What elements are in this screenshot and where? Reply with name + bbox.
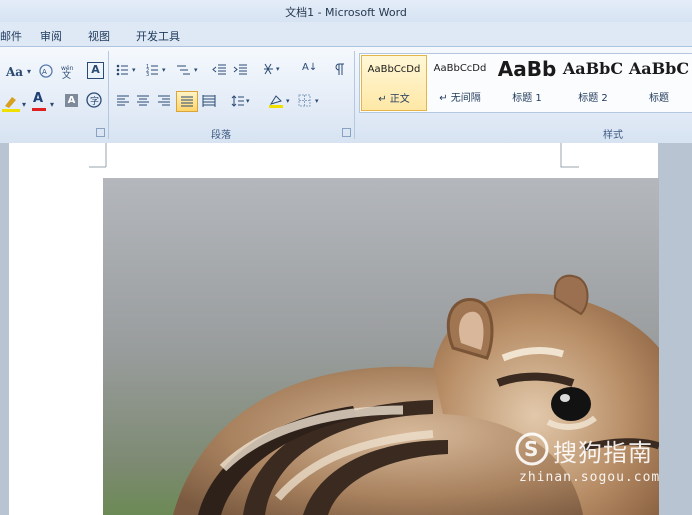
svg-text:S: S bbox=[524, 437, 538, 461]
ribbon-tabs: 邮件 审阅 视图 开发工具 bbox=[0, 22, 692, 46]
phonetic-guide-icon[interactable]: wén 文 bbox=[60, 63, 78, 82]
highlight-icon[interactable] bbox=[2, 94, 20, 115]
clear-formatting-icon[interactable]: A bbox=[38, 63, 54, 82]
style-sample: AaBbCcDd bbox=[433, 63, 487, 74]
ribbon: Aa ▾ A wén 文 A ▾ A ▾ A 字 ▾ 1 2 3 ▾ ▾ ▾ A… bbox=[0, 46, 692, 144]
svg-text:3: 3 bbox=[146, 72, 149, 77]
style-sample: AaBbCcDd bbox=[367, 64, 421, 75]
svg-text:▾: ▾ bbox=[246, 97, 250, 105]
group-separator bbox=[108, 51, 109, 139]
svg-text:▾: ▾ bbox=[315, 97, 319, 105]
svg-text:▾: ▾ bbox=[286, 97, 290, 105]
style-sample: AaBbC bbox=[562, 59, 624, 78]
style-heading-2[interactable]: AaBbC 标题 2 bbox=[561, 55, 625, 109]
show-formatting-marks-icon[interactable] bbox=[334, 62, 346, 79]
numbering-icon[interactable]: 1 2 3 ▾ bbox=[146, 63, 172, 80]
svg-text:字: 字 bbox=[90, 95, 99, 107]
sogou-logo-icon: S bbox=[515, 432, 549, 466]
borders-icon[interactable]: ▾ bbox=[298, 94, 324, 111]
font-color-button[interactable]: A bbox=[33, 92, 43, 106]
svg-text:▾: ▾ bbox=[162, 66, 166, 74]
font-color-bar bbox=[32, 108, 46, 111]
style-name: ↵ 正文 bbox=[378, 94, 410, 105]
justify-button[interactable] bbox=[176, 91, 198, 112]
change-case-dropdown-icon[interactable]: ▾ bbox=[27, 65, 31, 79]
style-sample: AaBb bbox=[497, 57, 557, 81]
tab-developer[interactable]: 开发工具 bbox=[136, 28, 180, 44]
margin-mark-right bbox=[560, 143, 579, 168]
enclose-characters-icon[interactable]: 字 bbox=[85, 91, 103, 112]
style-normal[interactable]: AaBbCcDd ↵ 正文 bbox=[361, 55, 427, 111]
styles-gallery: AaBbCcDd ↵ 正文 AaBbCcDd ↵ 无间隔 AaBb 标题 1 A… bbox=[359, 53, 692, 113]
tab-view[interactable]: 视图 bbox=[88, 28, 110, 44]
distributed-icon[interactable] bbox=[202, 95, 216, 110]
watermark-brand: 搜狗指南 bbox=[553, 439, 653, 467]
paragraph-group-label: 段落 bbox=[211, 130, 231, 141]
style-name: 标题 2 bbox=[578, 93, 608, 104]
align-center-icon[interactable] bbox=[136, 95, 150, 110]
margin-mark-left bbox=[89, 143, 107, 168]
bullets-icon[interactable]: ▾ bbox=[116, 63, 142, 80]
decrease-indent-icon[interactable] bbox=[212, 63, 226, 80]
sogou-watermark: S 搜狗指南 zhinan.sogou.com bbox=[515, 432, 670, 492]
style-name: ↵ 无间隔 bbox=[439, 93, 481, 104]
svg-text:▾: ▾ bbox=[194, 66, 198, 74]
styles-group-label: 样式 bbox=[603, 130, 623, 141]
tab-review[interactable]: 审阅 bbox=[40, 28, 62, 44]
font-dialog-launcher-icon[interactable] bbox=[96, 128, 105, 137]
svg-text:A: A bbox=[42, 68, 47, 76]
svg-text:▾: ▾ bbox=[276, 65, 280, 73]
group-separator bbox=[354, 51, 355, 139]
svg-text:文: 文 bbox=[62, 69, 71, 79]
style-sample: AaBbC bbox=[628, 59, 690, 78]
multilevel-list-icon[interactable]: ▾ bbox=[176, 63, 204, 80]
window-title: 文档1 - Microsoft Word bbox=[285, 6, 407, 19]
style-name: 标题 bbox=[649, 93, 669, 104]
watermark-url: zhinan.sogou.com bbox=[519, 470, 661, 485]
style-title[interactable]: AaBbC 标题 bbox=[627, 55, 691, 109]
align-right-icon[interactable] bbox=[157, 95, 171, 110]
char-border-button[interactable]: A bbox=[87, 62, 104, 79]
style-no-spacing[interactable]: AaBbCcDd ↵ 无间隔 bbox=[428, 55, 492, 109]
svg-text:▾: ▾ bbox=[132, 66, 136, 74]
chinese-layout-icon[interactable]: ▾ bbox=[263, 62, 285, 79]
style-heading-1[interactable]: AaBb 标题 1 bbox=[495, 55, 559, 109]
char-shading-icon[interactable]: A bbox=[65, 94, 78, 107]
style-name: 标题 1 bbox=[512, 93, 542, 104]
increase-indent-icon[interactable] bbox=[233, 63, 247, 80]
change-case-button[interactable]: Aa bbox=[6, 65, 23, 79]
paragraph-dialog-launcher-icon[interactable] bbox=[342, 128, 351, 137]
align-left-icon[interactable] bbox=[116, 95, 130, 110]
shading-icon[interactable]: ▾ bbox=[268, 93, 294, 112]
highlight-dropdown-icon[interactable]: ▾ bbox=[22, 98, 26, 112]
font-color-dropdown-icon[interactable]: ▾ bbox=[50, 98, 54, 112]
line-spacing-icon[interactable]: ▾ bbox=[231, 94, 253, 111]
title-bar: 文档1 - Microsoft Word bbox=[0, 0, 692, 22]
tab-mailings[interactable]: 邮件 bbox=[0, 28, 22, 44]
sort-icon[interactable]: A↓ bbox=[302, 61, 317, 75]
